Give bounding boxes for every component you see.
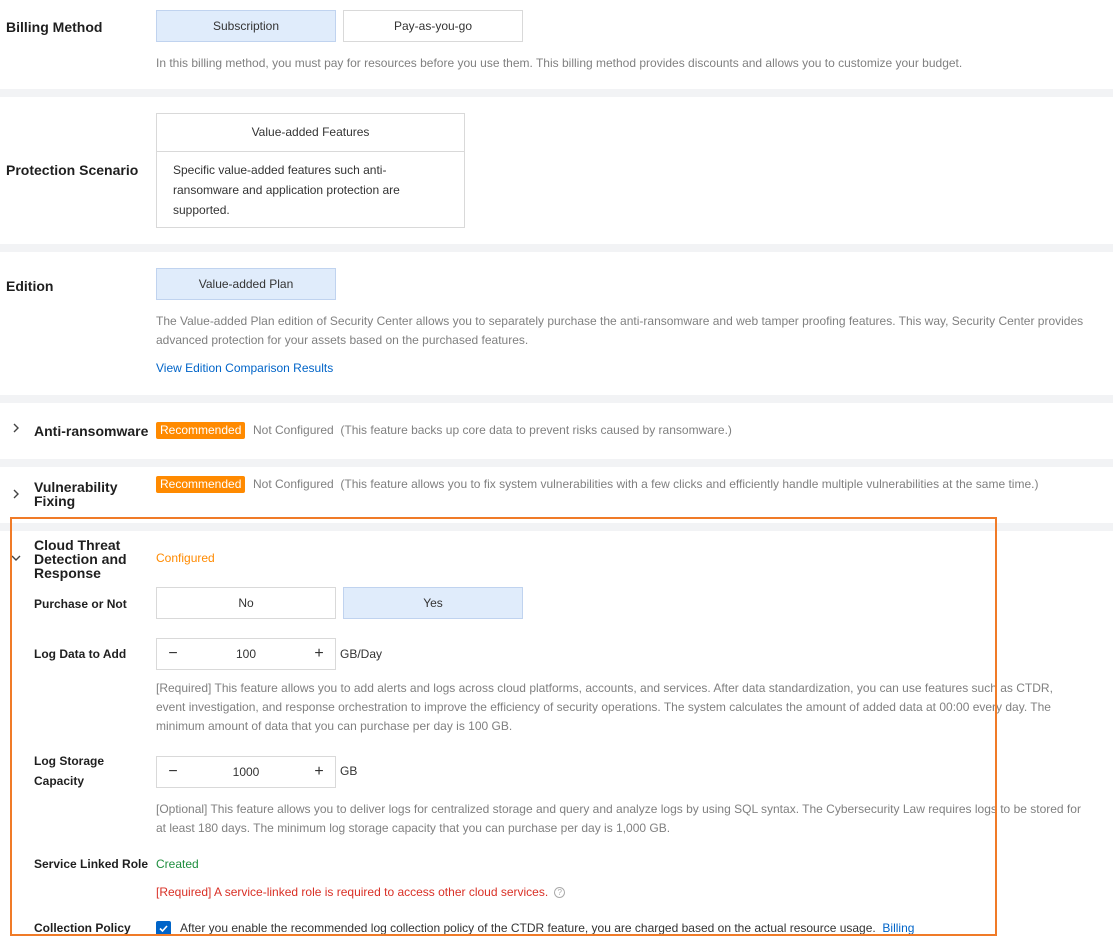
edition-description: The Value-added Plan edition of Security… <box>156 314 1084 347</box>
log-data-stepper[interactable]: − 100 + <box>156 638 336 670</box>
chevron-right-icon[interactable] <box>10 421 22 437</box>
recommended-badge: Recommended <box>156 422 246 439</box>
log-storage-label-line1: Log Storage <box>34 754 105 768</box>
edition-section: Edition Value-added Plan The Value-added… <box>0 252 1113 395</box>
check-icon <box>159 925 168 933</box>
scenario-card-body: Specific value-added features such anti-… <box>173 163 400 217</box>
ctdr-label-line1: Cloud Threat <box>34 537 121 553</box>
role-note-text: [Required] A service-linked role is requ… <box>156 885 549 899</box>
billing-section: Billing Method Subscription Pay-as-you-g… <box>0 0 1113 89</box>
ctdr-label: Cloud Threat Detection and Response <box>34 538 127 580</box>
vuln-label-line1: Vulnerability <box>34 479 118 495</box>
vuln-section: Vulnerability Fixing Recommended Not Con… <box>0 467 1113 523</box>
ctdr-status: Configured <box>156 551 215 565</box>
chevron-down-icon[interactable] <box>10 551 22 567</box>
log-storage-description: [Optional] This feature allows you to de… <box>156 802 1081 835</box>
status-text: Not Configured <box>253 477 334 491</box>
scenario-section: Protection Scenario Value-added Features… <box>0 97 1113 244</box>
purchase-option-yes[interactable]: Yes <box>343 587 523 619</box>
role-label: Service Linked Role <box>34 857 149 871</box>
ctdr-label-line3: Response <box>34 565 101 581</box>
billing-link[interactable]: Billing <box>882 921 914 935</box>
log-storage-label-line2: Capacity <box>34 774 85 788</box>
scenario-card-title: Value-added Features <box>157 114 464 152</box>
role-note: [Required] A service-linked role is requ… <box>156 885 566 899</box>
log-data-unit: GB/Day <box>340 647 383 661</box>
billing-description: In this billing method, you must pay for… <box>156 56 963 70</box>
log-storage-unit: GB <box>340 764 358 778</box>
policy-checkbox[interactable] <box>156 921 171 936</box>
billing-option-subscription[interactable]: Subscription <box>156 10 336 42</box>
log-data-label: Log Data to Add <box>34 647 127 661</box>
log-storage-stepper[interactable]: − 1000 + <box>156 756 336 788</box>
edition-option-value-added[interactable]: Value-added Plan <box>156 268 336 300</box>
vuln-label: Vulnerability Fixing <box>34 480 118 508</box>
billing-label: Billing Method <box>6 19 103 35</box>
edition-comparison-link[interactable]: View Edition Comparison Results <box>156 361 333 375</box>
anti-ransomware-section: Anti-ransomware Recommended Not Configur… <box>0 403 1113 459</box>
edition-label: Edition <box>6 278 54 294</box>
chevron-right-icon[interactable] <box>10 487 22 503</box>
minus-icon[interactable]: − <box>157 645 189 663</box>
role-status: Created <box>156 857 199 871</box>
scenario-card[interactable]: Value-added Features Specific value-adde… <box>156 113 465 228</box>
log-data-value[interactable]: 100 <box>189 647 303 661</box>
log-data-description: [Required] This feature allows you to ad… <box>156 681 1053 733</box>
log-storage-value[interactable]: 1000 <box>189 765 303 779</box>
purchase-label: Purchase or Not <box>34 597 127 611</box>
help-icon[interactable]: ? <box>554 886 566 898</box>
minus-icon[interactable]: − <box>157 763 189 781</box>
policy-text-body: After you enable the recommended log col… <box>180 921 876 935</box>
ctdr-label-line2: Detection and <box>34 551 127 567</box>
status-note: (This feature allows you to fix system v… <box>340 477 1039 491</box>
plus-icon[interactable]: + <box>303 645 335 663</box>
scenario-label: Protection Scenario <box>6 162 139 178</box>
anti-ransomware-status: Not Configured (This feature backs up co… <box>253 420 1093 440</box>
vuln-label-line2: Fixing <box>34 493 76 509</box>
log-storage-label: Log Storage Capacity <box>34 751 104 791</box>
status-text: Not Configured <box>253 423 334 437</box>
policy-label: Collection Policy <box>34 921 131 935</box>
policy-text: After you enable the recommended log col… <box>180 921 914 935</box>
vuln-status: Not Configured (This feature allows you … <box>156 474 1076 494</box>
purchase-option-no[interactable]: No <box>156 587 336 619</box>
status-note: (This feature backs up core data to prev… <box>340 423 732 437</box>
ctdr-section: Cloud Threat Detection and Response Conf… <box>0 531 1113 939</box>
anti-ransomware-label: Anti-ransomware <box>34 423 149 439</box>
plus-icon[interactable]: + <box>303 763 335 781</box>
billing-option-payg[interactable]: Pay-as-you-go <box>343 10 523 42</box>
